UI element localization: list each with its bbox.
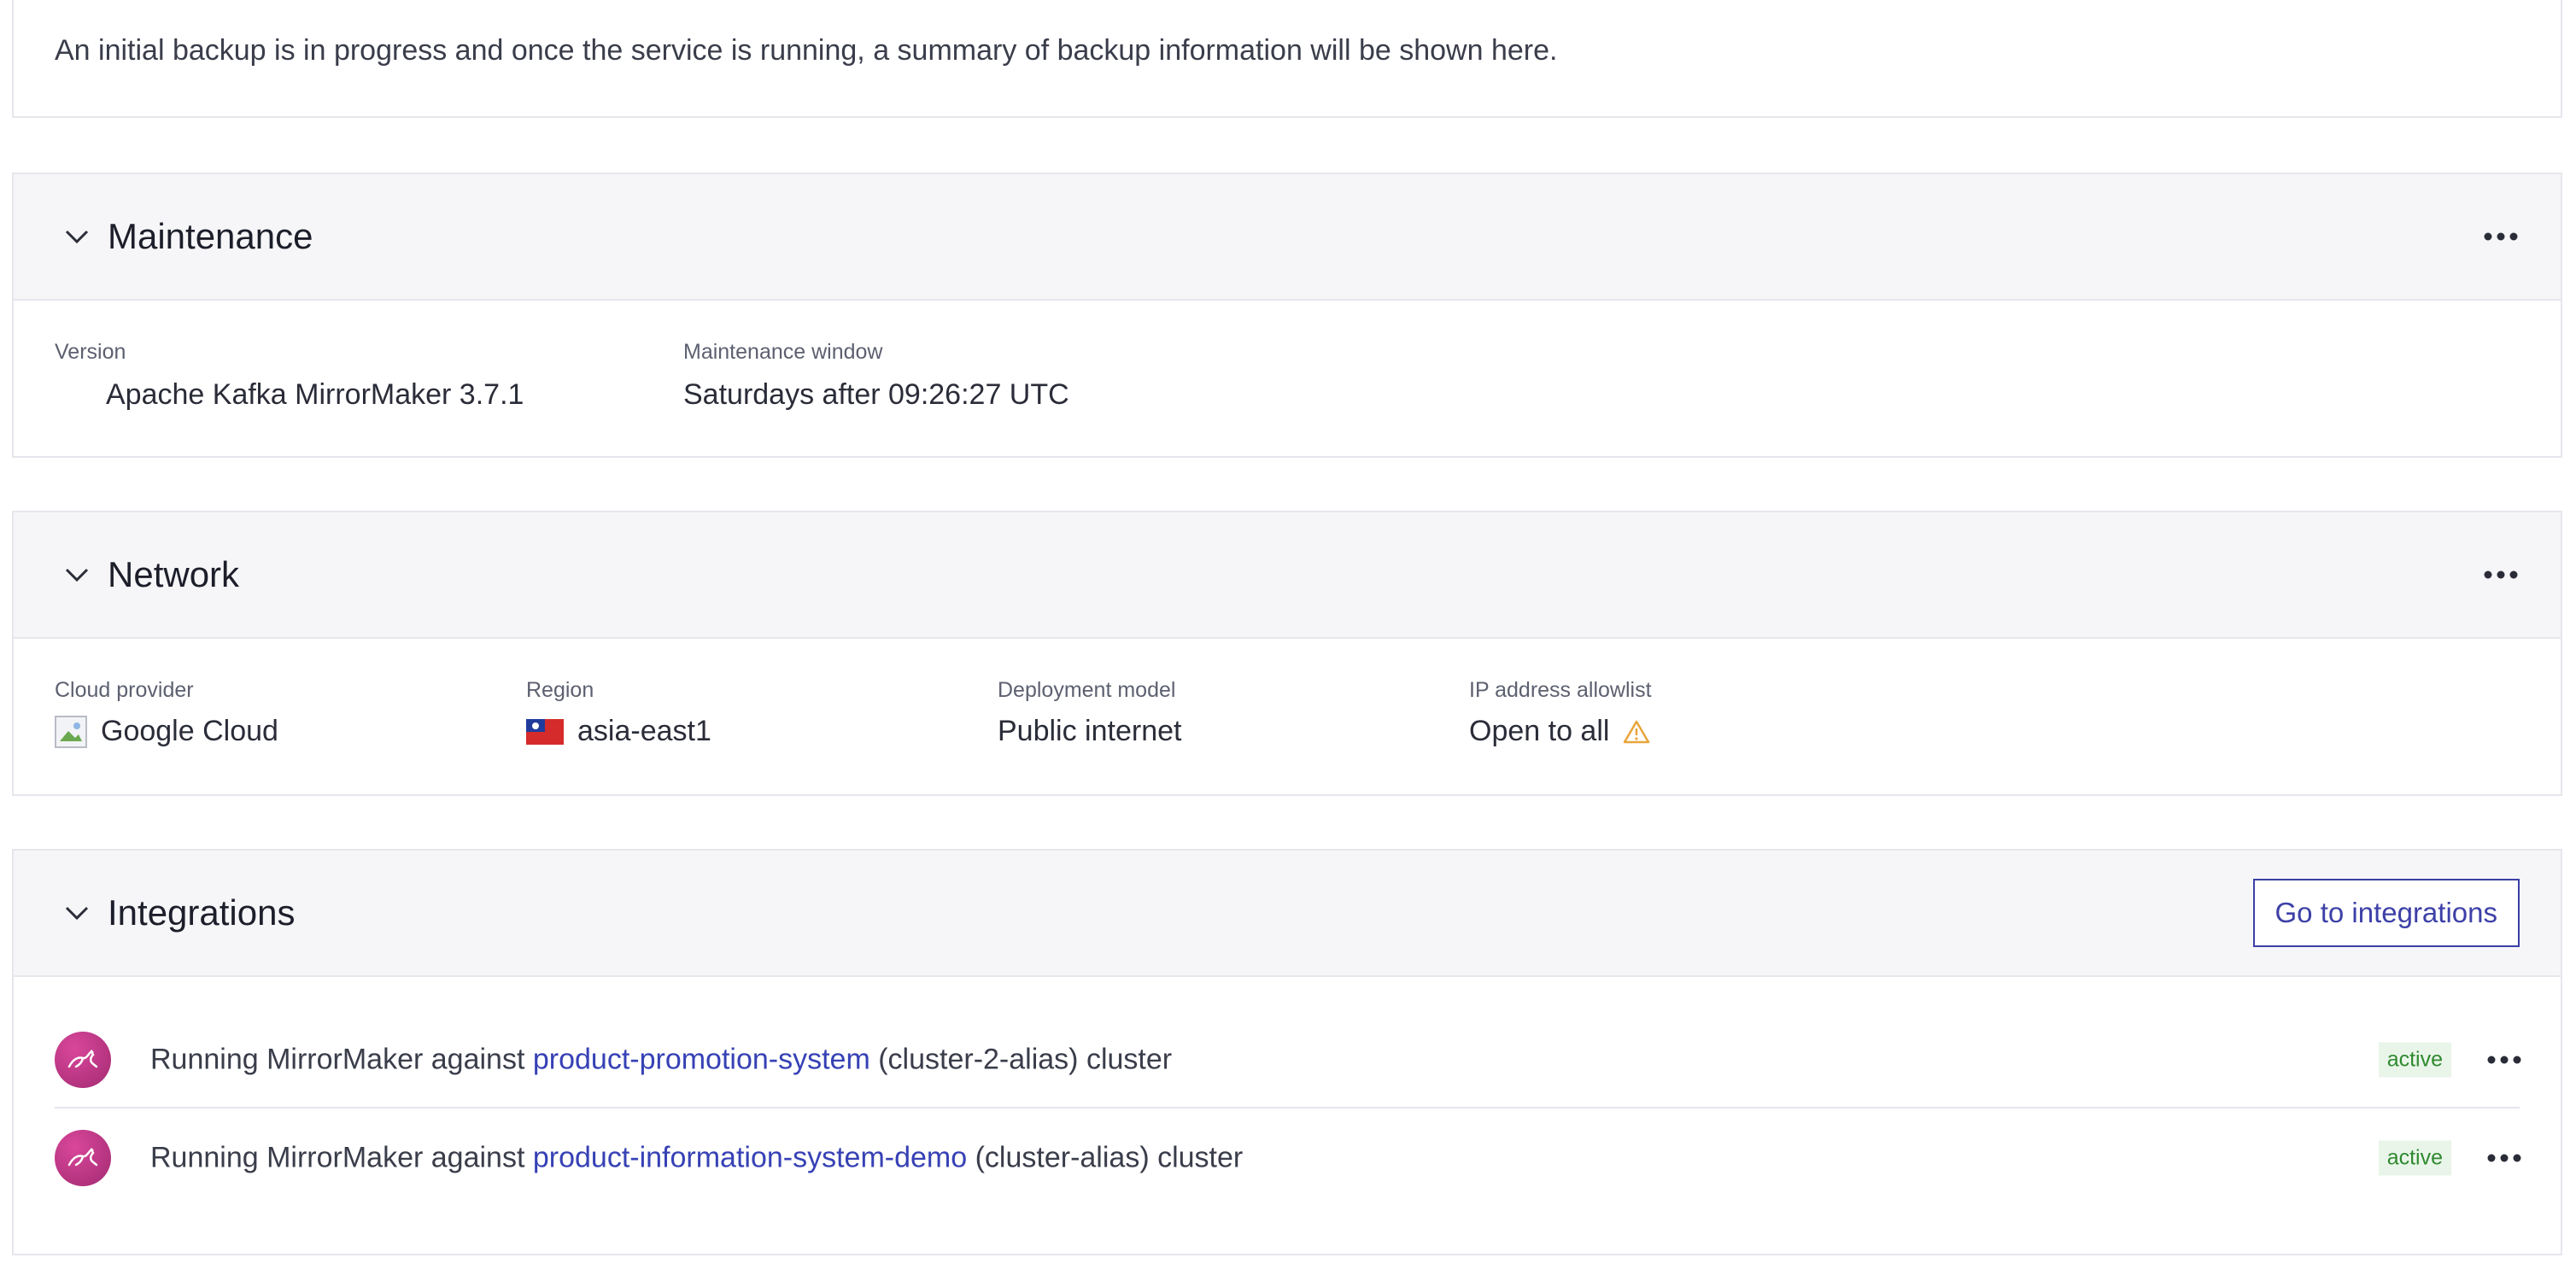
integration-cluster-link[interactable]: product-information-system-demo: [533, 1142, 967, 1174]
integrations-card: Integrations Go to integrations Running …: [12, 849, 2562, 1255]
maintenance-title: Maintenance: [108, 216, 313, 256]
cloud-provider-label: Cloud provider: [55, 678, 194, 702]
mirrormaker-logo-icon: [55, 1130, 111, 1186]
version-field: Version Apache Kafka MirrorMaker 3.7.1: [55, 340, 524, 412]
integration-prefix: Running MirrorMaker against: [150, 1043, 525, 1076]
status-badge: active: [2378, 1042, 2451, 1078]
status-badge: active: [2378, 1140, 2451, 1176]
integration-suffix: (cluster-2-alias) cluster: [878, 1043, 1173, 1076]
maintenance-window-label: Maintenance window: [683, 340, 883, 364]
region-field: Region asia-east1: [526, 678, 711, 748]
maintenance-window-value: Saturdays after 09:26:27 UTC: [683, 378, 1069, 411]
maintenance-card: Maintenance Version Apache Kafka MirrorM…: [12, 173, 2562, 458]
cloud-provider-field: Cloud provider Google Cloud: [55, 678, 278, 748]
network-card: Network Cloud provider Google Cloud Regi…: [12, 511, 2562, 796]
ip-allowlist-value: Open to all: [1469, 715, 1610, 747]
region-value: asia-east1: [577, 715, 711, 747]
go-to-integrations-button[interactable]: Go to integrations: [2252, 879, 2520, 947]
warning-icon: [1623, 719, 1650, 745]
deployment-model-field: Deployment model Public internet: [998, 678, 1181, 748]
region-label: Region: [526, 678, 594, 702]
deployment-model-value: Public internet: [998, 715, 1182, 747]
integration-row: Running MirrorMaker against product-info…: [55, 1110, 2521, 1206]
integration-prefix: Running MirrorMaker against: [150, 1141, 525, 1174]
version-label: Version: [55, 340, 126, 364]
network-header: Network: [14, 512, 2561, 639]
backup-message: An initial backup is in progress and onc…: [55, 34, 1558, 67]
more-options-icon[interactable]: [2479, 214, 2523, 259]
more-options-icon[interactable]: [2482, 1038, 2526, 1082]
deployment-model-label: Deployment model: [998, 678, 1176, 702]
version-value: Apache Kafka MirrorMaker 3.7.1: [106, 378, 524, 411]
backup-card: An initial backup is in progress and onc…: [12, 0, 2562, 118]
more-options-icon[interactable]: [2479, 553, 2523, 597]
integration-suffix: (cluster-alias) cluster: [975, 1141, 1244, 1174]
integration-row: Running MirrorMaker against product-prom…: [55, 1013, 2521, 1108]
mirrormaker-logo-icon: [55, 1032, 111, 1088]
chevron-down-icon[interactable]: [60, 558, 94, 592]
integration-description: Running MirrorMaker against product-prom…: [150, 1044, 1172, 1077]
ip-allowlist-field: IP address allowlist Open to all: [1469, 678, 1652, 748]
maintenance-window-field: Maintenance window Saturdays after 09:26…: [683, 340, 1069, 412]
cloud-provider-logo-icon: [55, 715, 87, 748]
integrations-title: Integrations: [108, 892, 296, 933]
integration-cluster-link[interactable]: product-promotion-system: [533, 1044, 870, 1076]
more-options-icon[interactable]: [2482, 1136, 2526, 1180]
integrations-header: Integrations Go to integrations: [14, 851, 2561, 977]
ip-allowlist-label: IP address allowlist: [1469, 678, 1652, 702]
maintenance-header: Maintenance: [14, 174, 2561, 301]
chevron-down-icon[interactable]: [60, 896, 94, 930]
chevron-down-icon[interactable]: [60, 219, 94, 254]
service-overview-page: An initial backup is in progress and onc…: [0, 0, 2576, 1281]
network-title: Network: [108, 554, 240, 594]
taiwan-flag-icon: [526, 718, 564, 745]
cloud-provider-value: Google Cloud: [101, 715, 278, 747]
integration-description: Running MirrorMaker against product-info…: [150, 1142, 1243, 1175]
